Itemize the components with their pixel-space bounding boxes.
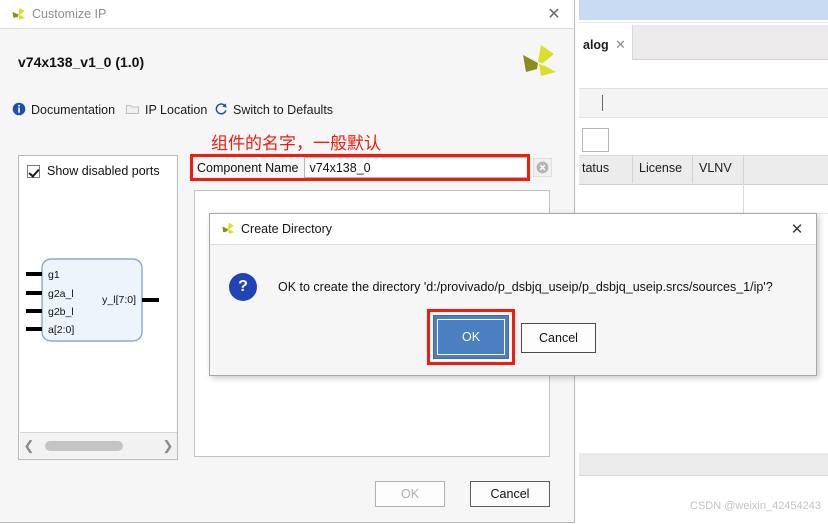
tab-ip-catalog-label: alog <box>583 38 609 52</box>
column-divider <box>743 155 744 183</box>
xilinx-logo-icon <box>518 42 558 82</box>
xilinx-logo-icon <box>220 221 236 237</box>
ip-catalog-search-row[interactable] <box>579 88 828 118</box>
search-caret <box>602 95 603 111</box>
create-directory-ok-button[interactable]: OK <box>433 315 509 359</box>
create-directory-ok-label: OK <box>437 319 505 355</box>
chevron-right-icon[interactable]: ❯ <box>159 433 177 459</box>
row-divider <box>743 183 744 213</box>
switch-to-defaults-label: Switch to Defaults <box>233 103 334 117</box>
close-icon[interactable]: ✕ <box>787 221 807 239</box>
customize-ip-ok-button[interactable]: OK <box>375 481 445 507</box>
tab-close-icon[interactable]: ✕ <box>614 38 627 51</box>
scrollbar-thumb[interactable] <box>45 441 123 451</box>
watermark: CSDN @weixin_42454243 <box>690 500 822 512</box>
refresh-icon <box>214 102 228 119</box>
svg-text:g2a_l: g2a_l <box>48 288 74 300</box>
main-window-titlebar <box>579 0 828 20</box>
customize-ip-title: Customize IP <box>32 7 107 21</box>
ip-symbol-diagram: g1 g2a_l g2b_l a[2:0] y_l[7:0] <box>20 186 177 431</box>
lower-panel-header <box>579 453 828 476</box>
documentation-button[interactable]: Documentation <box>12 100 115 120</box>
column-header-status: tatus <box>582 161 610 175</box>
component-name-input[interactable] <box>304 157 527 178</box>
svg-text:g2b_l: g2b_l <box>48 306 74 318</box>
chevron-left-icon[interactable]: ❮ <box>20 433 38 459</box>
documentation-label: Documentation <box>31 103 116 117</box>
info-icon <box>12 102 26 119</box>
svg-text:g1: g1 <box>48 269 60 281</box>
folder-icon <box>125 102 140 119</box>
column-header-vlnv: VLNV <box>699 161 732 175</box>
show-disabled-ports-checkbox[interactable] <box>27 164 40 178</box>
customize-ip-cancel-button[interactable]: Cancel <box>470 481 550 507</box>
column-divider <box>632 155 633 183</box>
ip-location-label: IP Location <box>145 103 208 117</box>
create-directory-title: Create Directory <box>241 222 332 236</box>
main-window-titlebar-edge <box>579 20 828 23</box>
close-icon[interactable]: ✕ <box>544 6 564 24</box>
diagram-horizontal-scrollbar[interactable]: ❮ ❯ <box>20 432 177 459</box>
ip-name-label: v74x138_v1_0 (1.0) <box>18 54 145 70</box>
create-directory-dialog: Create Directory ✕ <box>209 213 817 376</box>
scrollbar-track[interactable] <box>38 433 159 459</box>
show-disabled-ports-row[interactable]: Show disabled ports <box>27 164 160 178</box>
toolbar-small-button[interactable] <box>582 128 609 152</box>
ip-location-button[interactable]: IP Location <box>125 100 207 120</box>
create-directory-cancel-button[interactable]: Cancel <box>521 323 596 353</box>
svg-text:y_l[7:0]: y_l[7:0] <box>102 294 136 306</box>
customize-ip-toolbar: Documentation IP Location Switch to Defa… <box>1 100 574 128</box>
question-mark-icon: ? <box>229 273 257 301</box>
xilinx-logo-icon <box>10 6 27 23</box>
component-name-row: Component Name <box>193 157 527 178</box>
switch-to-defaults-button[interactable]: Switch to Defaults <box>214 100 333 120</box>
column-divider <box>692 155 693 183</box>
annotation-text-component-name: 组件的名字，一般默认 <box>211 134 381 154</box>
create-directory-message: OK to create the directory 'd:/provivado… <box>278 280 773 294</box>
show-disabled-ports-label: Show disabled ports <box>47 164 160 178</box>
column-header-license: License <box>639 161 683 175</box>
block-diagram-panel: Show disabled ports g1 g2a_l g2b_l a[2:0… <box>18 155 178 460</box>
svg-text:a[2:0]: a[2:0] <box>48 324 74 336</box>
component-name-label: Component Name <box>193 157 305 178</box>
clear-circle-icon[interactable] <box>532 157 553 178</box>
